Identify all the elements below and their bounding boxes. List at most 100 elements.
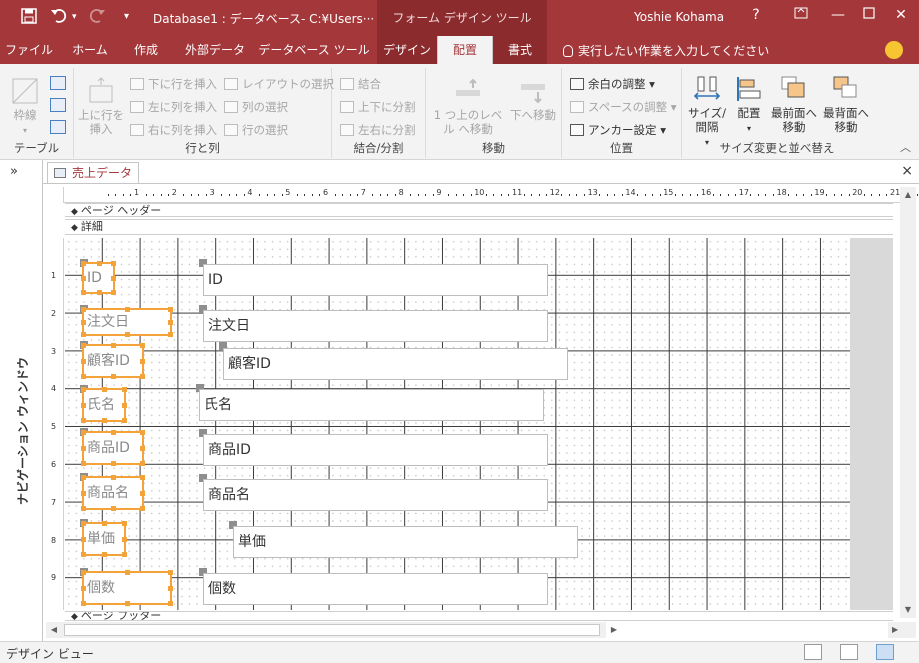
resize-handle[interactable] <box>122 387 127 392</box>
tab-database-tools[interactable]: データベース ツール <box>258 36 370 64</box>
collapse-ribbon-icon[interactable]: ︿ <box>900 139 911 155</box>
close-document-icon[interactable]: × <box>901 163 913 179</box>
resize-handle[interactable] <box>81 290 86 295</box>
control-margins-button[interactable]: 余白の調整 ▾ <box>570 76 655 92</box>
text-box-control[interactable]: 商品名 <box>203 479 548 511</box>
resize-handle[interactable] <box>140 491 145 496</box>
resize-handle[interactable] <box>140 506 145 511</box>
detail-section-bar[interactable]: ◆ 詳細 <box>65 219 893 235</box>
remove-layout-icon[interactable] <box>50 120 66 134</box>
layout-view-icon[interactable] <box>840 644 858 660</box>
text-box-control[interactable]: 顧客ID <box>223 348 568 380</box>
resize-handle[interactable] <box>81 586 86 591</box>
resize-handle[interactable] <box>168 601 173 606</box>
select-row-button[interactable]: 行の選択 <box>224 122 288 138</box>
resize-handle[interactable] <box>81 307 86 312</box>
text-box-control[interactable]: 商品ID <box>203 434 548 466</box>
scroll-up-icon[interactable]: ▲ <box>900 187 916 203</box>
resize-handle[interactable] <box>111 276 116 281</box>
resize-handle[interactable] <box>111 261 116 266</box>
vertical-scrollbar[interactable]: ▲ ▼ <box>900 187 916 618</box>
resize-handle[interactable] <box>122 552 127 557</box>
text-box-control[interactable]: 注文日 <box>203 310 548 342</box>
resize-handle[interactable] <box>111 475 116 480</box>
resize-handle[interactable] <box>168 332 173 337</box>
form-view-icon[interactable] <box>804 644 822 660</box>
customize-quick-access-button[interactable]: ▾ <box>124 11 129 22</box>
tab-create[interactable]: 作成 <box>120 36 172 64</box>
insert-above-button[interactable]: 上に行を挿入 <box>78 76 124 136</box>
resize-handle[interactable] <box>125 570 130 575</box>
minimize-icon[interactable]: — <box>826 7 850 23</box>
resize-handle[interactable] <box>140 446 145 451</box>
resize-handle[interactable] <box>81 537 86 542</box>
tab-design[interactable]: デザイン <box>377 36 437 64</box>
resize-handle[interactable] <box>140 343 145 348</box>
resize-handle[interactable] <box>111 430 116 435</box>
scroll-left-icon[interactable]: ◀ <box>46 622 62 638</box>
resize-handle[interactable] <box>81 461 86 466</box>
stacked-layout-icon[interactable] <box>50 76 66 90</box>
ribbon-display-options-icon[interactable] <box>789 7 813 23</box>
align-button[interactable]: 配置 ▾ <box>732 74 766 136</box>
resize-handle[interactable] <box>96 261 102 266</box>
form-selector[interactable] <box>46 187 64 203</box>
resize-handle[interactable] <box>168 320 173 325</box>
resize-handle[interactable] <box>122 521 127 526</box>
resize-handle[interactable] <box>111 506 116 511</box>
page-footer-section-bar[interactable]: ◆ ページ フッター <box>65 611 893 621</box>
resize-handle[interactable] <box>140 461 145 466</box>
text-box-control[interactable]: 個数 <box>203 573 548 605</box>
resize-handle[interactable] <box>81 601 86 606</box>
tab-external-data[interactable]: 外部データ <box>176 36 254 64</box>
tab-arrange[interactable]: 配置 <box>437 36 493 64</box>
undo-icon[interactable] <box>50 8 68 28</box>
tell-me-search[interactable]: 実行したい作業を入力してください <box>563 42 769 59</box>
gridlines-button[interactable]: 枠線 ▾ <box>5 76 45 138</box>
tab-home[interactable]: ホーム <box>60 36 120 64</box>
move-up-button[interactable]: 1 つ上のレベル へ移動 <box>430 76 506 136</box>
resize-handle[interactable] <box>81 332 86 337</box>
insert-below-button[interactable]: 下に行を挿入 <box>130 76 217 92</box>
field-label[interactable]: 商品名 <box>81 475 145 511</box>
resize-handle[interactable] <box>81 374 86 379</box>
control-padding-button[interactable]: スペースの調整 ▾ <box>570 99 677 115</box>
save-icon[interactable] <box>21 8 37 28</box>
resize-handle[interactable] <box>125 307 130 312</box>
resize-handle[interactable] <box>125 332 130 337</box>
resize-handle[interactable] <box>168 307 173 312</box>
nav-pane-label[interactable]: ナビゲーション ウィンドウ <box>14 357 31 505</box>
detail-section[interactable]: ID ID 注文日 注文日 顧客ID 顧客ID 氏名 氏名 商品ID 商品ID 商品名 商品名 単価 単価… <box>65 238 893 610</box>
resize-handle[interactable] <box>102 387 107 392</box>
resize-handle[interactable] <box>81 261 86 266</box>
undo-dropdown-icon[interactable]: ▾ <box>72 12 77 22</box>
resize-handle[interactable] <box>102 521 107 526</box>
resize-handle[interactable] <box>168 570 173 575</box>
resize-handle[interactable] <box>140 359 145 364</box>
resize-handle[interactable] <box>140 475 145 480</box>
document-tab-sales-data[interactable]: 売上データ <box>47 162 139 183</box>
resize-handle[interactable] <box>81 359 86 364</box>
resize-handle[interactable] <box>81 491 86 496</box>
resize-handle[interactable] <box>81 521 86 526</box>
help-button[interactable]: ? <box>744 7 768 23</box>
resize-handle[interactable] <box>81 570 86 575</box>
resize-handle[interactable] <box>140 374 145 379</box>
resize-handle[interactable] <box>102 552 107 557</box>
tab-format[interactable]: 書式 <box>493 36 547 64</box>
resize-handle[interactable] <box>125 601 130 606</box>
field-label[interactable]: ID <box>81 261 116 295</box>
field-label[interactable]: 顧客ID <box>81 343 145 379</box>
resize-handle[interactable] <box>140 430 145 435</box>
horizontal-scrollbar[interactable]: ◀ ▶ <box>46 622 617 638</box>
feedback-smiley-icon[interactable] <box>885 41 903 59</box>
send-to-back-button[interactable]: 最背面へ 移動 <box>820 74 872 134</box>
resize-handle[interactable] <box>81 320 86 325</box>
resize-handle[interactable] <box>168 586 173 591</box>
insert-right-button[interactable]: 右に列を挿入 <box>130 122 217 138</box>
nav-pane-toggle-button[interactable]: » <box>10 164 18 179</box>
resize-handle[interactable] <box>122 537 127 542</box>
bring-to-front-button[interactable]: 最前面へ 移動 <box>768 74 820 134</box>
resize-handle[interactable] <box>81 430 86 435</box>
resize-handle[interactable] <box>111 461 116 466</box>
